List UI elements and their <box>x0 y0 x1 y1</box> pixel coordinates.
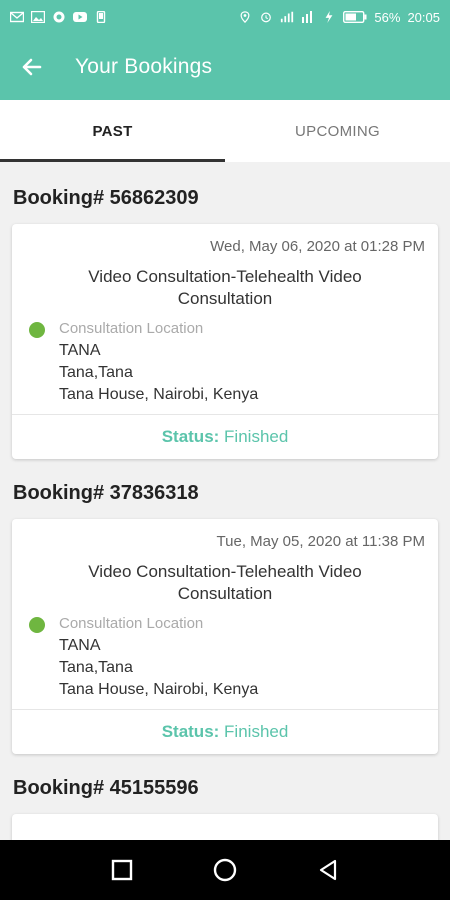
location-address: Tana House, Nairobi, Kenya <box>59 386 259 403</box>
location-dot-icon <box>29 322 45 338</box>
service-name: Video Consultation-Telehealth Video Cons… <box>88 562 362 603</box>
booking-card[interactable]: Wed, May 06, 2020 at 01:28 PM Video Cons… <box>12 224 438 459</box>
circle-app-icon <box>53 11 65 23</box>
status-bar-left <box>10 11 108 23</box>
location-dot-icon <box>29 617 45 633</box>
location-name: TANA <box>59 342 101 359</box>
tab-upcoming[interactable]: UPCOMING <box>225 100 450 162</box>
bookings-list[interactable]: Booking# 56862309 Wed, May 06, 2020 at 0… <box>0 162 450 840</box>
charging-icon <box>325 11 333 23</box>
booking-title: Booking# 45155596 <box>13 777 199 799</box>
location-label: Consultation Location <box>59 320 204 337</box>
location-address: Tana House, Nairobi, Kenya <box>59 681 259 698</box>
location-icon <box>240 11 250 23</box>
booking-title: Booking# 37836318 <box>13 482 199 504</box>
status-bar-right: 56% 20:05 <box>238 10 440 25</box>
home-circle-icon <box>213 858 237 882</box>
signal-icon <box>281 11 294 23</box>
location-block: Consultation Location TANA Tana,Tana Tan… <box>12 318 438 406</box>
back-triangle-icon <box>320 859 337 881</box>
status-bar: 56% 20:05 <box>0 0 450 34</box>
image-icon <box>31 11 45 23</box>
arrow-left-icon <box>22 58 42 76</box>
phone-icon <box>96 11 106 23</box>
status-label: Status: <box>161 722 220 741</box>
booking-date: Tue, May 05, 2020 at 11:38 PM <box>216 533 425 550</box>
battery-icon <box>343 11 367 23</box>
status-label: Status: <box>161 427 220 446</box>
system-nav-bar <box>0 840 450 900</box>
alarm-icon <box>261 12 272 23</box>
mail-icon <box>10 11 24 23</box>
back-button[interactable] <box>0 34 64 100</box>
clock: 20:05 <box>407 9 440 25</box>
service-name: Video Consultation-Telehealth Video Cons… <box>88 267 362 308</box>
booking-title: Booking# 56862309 <box>13 187 199 209</box>
page-title: Your Bookings <box>75 55 213 78</box>
tab-past[interactable]: PAST <box>0 100 225 162</box>
location-block: Consultation Location TANA Tana,Tana Tan… <box>12 613 438 701</box>
status-value: Finished <box>224 427 289 446</box>
home-button[interactable] <box>205 850 245 890</box>
booking-card[interactable]: Tue, May 05, 2020 at 11:38 PM Video Cons… <box>12 519 438 754</box>
location-name: TANA <box>59 637 101 654</box>
recents-button[interactable] <box>102 850 142 890</box>
booking-date: Wed, May 06, 2020 at 01:28 PM <box>210 238 425 255</box>
status-row: Status: Finished <box>12 710 438 754</box>
wifi-icon <box>302 11 313 23</box>
tab-bar: PAST UPCOMING <box>0 100 450 162</box>
system-back-button[interactable] <box>308 850 348 890</box>
app-bar: Your Bookings <box>0 34 450 100</box>
location-city: Tana,Tana <box>59 364 133 381</box>
location-label: Consultation Location <box>59 615 204 632</box>
status-value: Finished <box>224 722 289 741</box>
location-city: Tana,Tana <box>59 659 133 676</box>
battery-percent: 56% <box>374 9 401 25</box>
status-row: Status: Finished <box>12 415 438 459</box>
booking-card[interactable] <box>12 814 438 840</box>
youtube-icon <box>73 12 87 22</box>
recents-square-icon <box>111 859 132 881</box>
